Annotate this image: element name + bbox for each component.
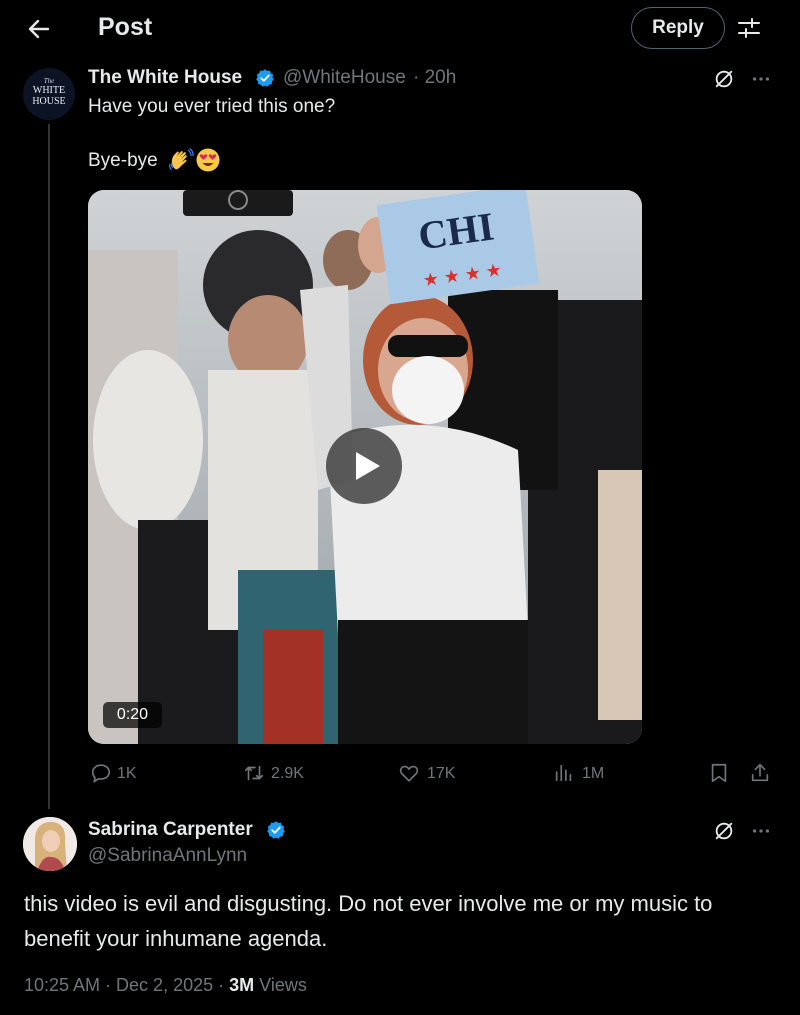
views-chart-icon [555, 764, 572, 782]
post-text-line: Bye-bye [88, 150, 158, 171]
more-options-icon[interactable] [750, 820, 772, 842]
reply-author-handle[interactable]: @SabrinaAnnLynn [88, 845, 247, 867]
play-icon [356, 452, 380, 480]
reply-count: 1K [117, 765, 137, 782]
page-title: Post [98, 13, 153, 41]
heart-eyes-emoji-icon [196, 148, 220, 172]
reply-timestamp[interactable]: 10:25 AM · Dec 2, 2025 · [24, 975, 229, 995]
grok-icon[interactable] [713, 68, 735, 90]
waving-hand-emoji-icon [169, 147, 194, 171]
filter-settings-icon[interactable] [737, 16, 761, 40]
repost-icon [244, 765, 264, 781]
avatar-photo [23, 817, 77, 871]
reply-author-name[interactable]: Sabrina Carpenter [88, 819, 253, 841]
more-options-icon[interactable] [750, 68, 772, 90]
reply-text-line: benefit your inhumane agenda. [24, 926, 328, 951]
post-time[interactable]: · 20h [413, 67, 456, 89]
verified-badge-icon [256, 69, 274, 87]
like-action[interactable]: 17K [398, 761, 468, 785]
repost-count: 2.9K [271, 765, 304, 782]
bookmark-icon[interactable] [708, 762, 730, 784]
reply-views-label: Views [254, 975, 307, 995]
reply-button[interactable]: Reply [631, 7, 725, 49]
repost-action[interactable]: 2.9K [243, 761, 323, 785]
avatar-logo-text: WHITE [32, 85, 66, 96]
reply-text-line: this video is evil and disgusting. Do no… [24, 891, 713, 916]
post-text-line: Have you ever tried this one? [88, 96, 336, 117]
reply-metadata: 10:25 AM · Dec 2, 2025 · 3M Views [24, 975, 307, 996]
share-icon[interactable] [749, 762, 771, 784]
play-button[interactable] [326, 428, 402, 504]
back-arrow-icon[interactable] [24, 14, 54, 44]
like-count: 17K [427, 765, 456, 782]
top-bar: Post Reply [0, 0, 800, 56]
reply-action[interactable]: 1K [90, 761, 150, 785]
avatar-logo-text: HOUSE [32, 96, 66, 107]
thread-connector-line [48, 124, 50, 809]
views-count: 1M [582, 765, 605, 782]
views-action[interactable]: 1M [553, 761, 613, 785]
author-handle[interactable]: @WhiteHouse [283, 67, 406, 89]
avatar-logo-text: The [43, 77, 55, 85]
white-house-avatar[interactable]: The WHITE HOUSE [23, 68, 75, 120]
reply-icon [91, 764, 111, 783]
reply-views-count: 3M [229, 975, 255, 995]
video-duration: 0:20 [103, 702, 162, 728]
heart-icon [399, 765, 419, 782]
verified-badge-icon [267, 821, 285, 839]
sabrina-carpenter-avatar[interactable] [23, 817, 77, 871]
author-name[interactable]: The White House [88, 67, 242, 89]
grok-icon[interactable] [713, 820, 735, 842]
